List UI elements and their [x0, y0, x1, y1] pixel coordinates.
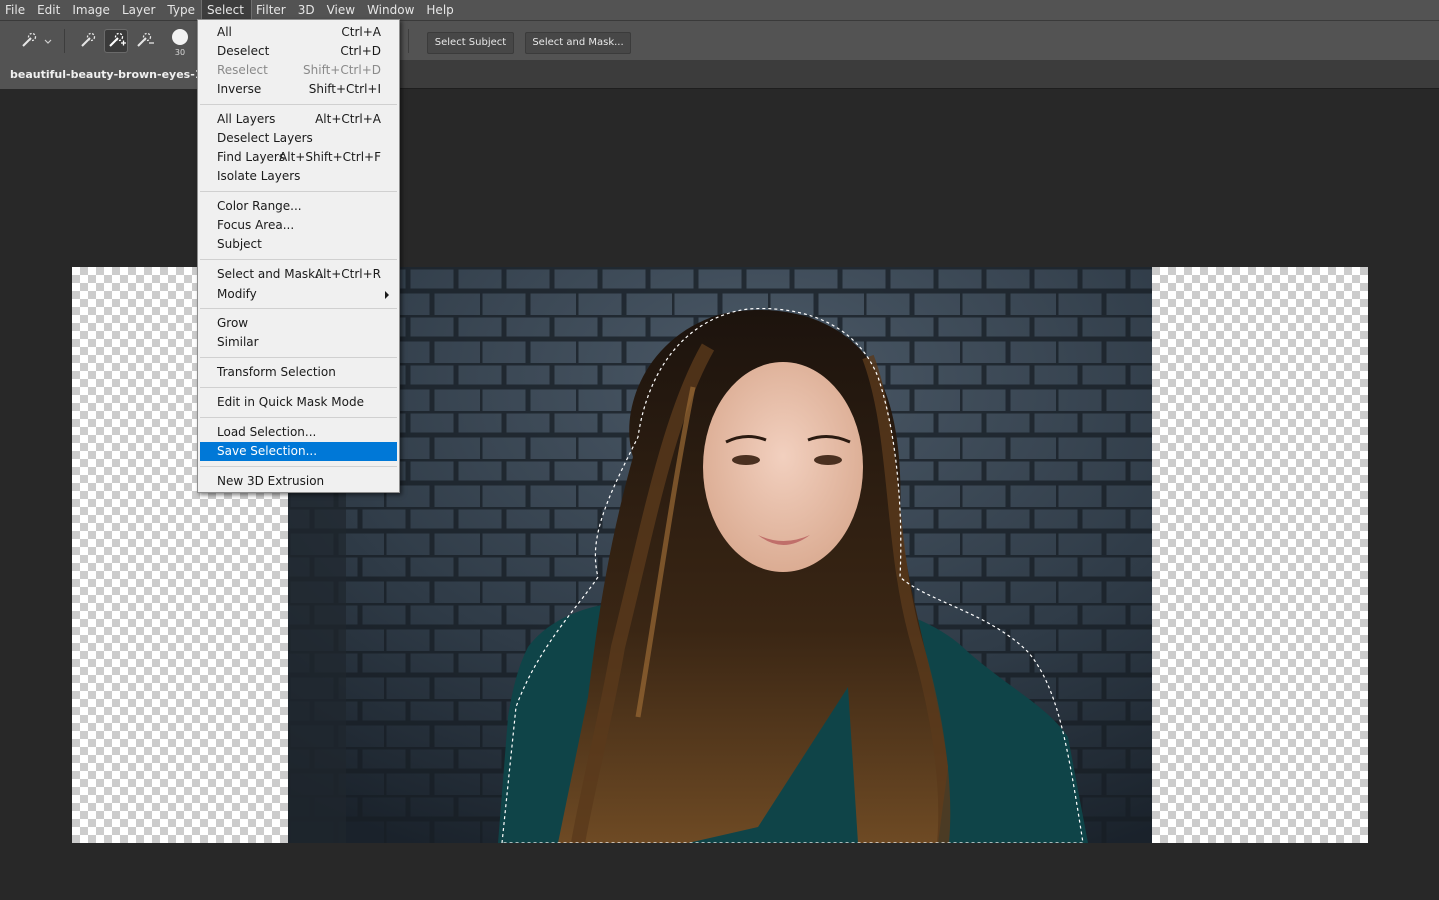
menu-separator	[200, 259, 397, 260]
menu-item-reselect: Reselect Shift+Ctrl+D	[200, 61, 397, 80]
menu-filter[interactable]: Filter	[251, 0, 293, 20]
menu-item-label: All	[217, 25, 232, 39]
menu-item-label: Isolate Layers	[217, 169, 301, 183]
menu-edit[interactable]: Edit	[32, 0, 67, 20]
menu-item-label: Modify	[217, 287, 257, 301]
menu-item-label: Subject	[217, 237, 262, 251]
menu-item-inverse[interactable]: Inverse Shift+Ctrl+I	[200, 80, 397, 99]
brush-preview-icon[interactable]	[172, 29, 188, 45]
menu-item-quick-mask[interactable]: Edit in Quick Mask Mode	[200, 393, 397, 412]
submenu-arrow-icon	[385, 291, 389, 299]
chevron-down-icon[interactable]	[44, 38, 52, 46]
menu-separator	[200, 104, 397, 105]
menu-item-label: Find Layers	[217, 150, 286, 164]
menu-separator	[200, 357, 397, 358]
menu-type[interactable]: Type	[162, 0, 202, 20]
menu-item-label: Inverse	[217, 82, 262, 96]
menu-item-deselect-layers[interactable]: Deselect Layers	[200, 129, 397, 148]
menu-help[interactable]: Help	[421, 0, 460, 20]
menu-item-select-and-mask[interactable]: Select and Mask... Alt+Ctrl+R	[200, 265, 397, 284]
menu-item-find-layers[interactable]: Find Layers Alt+Shift+Ctrl+F	[200, 148, 397, 167]
quick-selection-preset-icon[interactable]	[18, 30, 40, 52]
menu-item-similar[interactable]: Similar	[200, 333, 397, 352]
menu-item-label: Grow	[217, 316, 249, 330]
menu-item-new-3d-extrusion[interactable]: New 3D Extrusion	[200, 472, 397, 491]
menu-item-label: Transform Selection	[217, 365, 336, 379]
menu-item-label: New 3D Extrusion	[217, 474, 325, 488]
shortcut-label: Alt+Shift+Ctrl+F	[279, 150, 381, 164]
shortcut-label: Shift+Ctrl+I	[308, 82, 381, 96]
menu-separator	[200, 308, 397, 309]
shortcut-label: Alt+Ctrl+A	[315, 112, 381, 126]
menu-separator	[200, 417, 397, 418]
menu-bar: File Edit Image Layer Type Select Filter…	[0, 0, 1439, 21]
add-to-selection-brush-icon[interactable]	[104, 29, 128, 53]
menu-item-label: Color Range...	[217, 199, 302, 213]
menu-item-deselect[interactable]: Deselect Ctrl+D	[200, 42, 397, 61]
shortcut-label: Ctrl+A	[341, 25, 381, 39]
menu-item-all-layers[interactable]: All Layers Alt+Ctrl+A	[200, 110, 397, 129]
menu-item-label: Load Selection...	[217, 425, 317, 439]
divider	[64, 29, 65, 53]
menu-item-color-range[interactable]: Color Range...	[200, 197, 397, 216]
brush-size-value: 30	[174, 48, 186, 57]
shortcut-label: Ctrl+D	[340, 44, 381, 58]
menu-image[interactable]: Image	[67, 0, 117, 20]
select-subject-button[interactable]: Select Subject	[427, 32, 514, 54]
menu-separator	[200, 191, 397, 192]
menu-item-label: Select and Mask...	[217, 267, 327, 281]
menu-item-transform-selection[interactable]: Transform Selection	[200, 363, 397, 382]
menu-select[interactable]: Select	[200, 0, 253, 21]
menu-item-focus-area[interactable]: Focus Area...	[200, 216, 397, 235]
menu-window[interactable]: Window	[362, 0, 421, 20]
subtract-from-selection-brush-icon[interactable]	[133, 30, 155, 52]
menu-layer[interactable]: Layer	[117, 0, 162, 20]
menu-item-all[interactable]: All Ctrl+A	[200, 23, 397, 42]
menu-item-load-selection[interactable]: Load Selection...	[200, 423, 397, 442]
menu-file[interactable]: File	[0, 0, 32, 20]
menu-item-label: Deselect Layers	[217, 131, 313, 145]
photo-layer[interactable]	[288, 267, 1152, 843]
menu-3d[interactable]: 3D	[293, 0, 322, 20]
menu-item-label: Reselect	[217, 63, 268, 77]
menu-item-modify[interactable]: Modify	[200, 285, 397, 304]
select-menu-dropdown: All Ctrl+A Deselect Ctrl+D Reselect Shift+C…	[197, 19, 400, 493]
menu-item-subject[interactable]: Subject	[200, 235, 397, 254]
shortcut-label: Alt+Ctrl+R	[314, 267, 381, 281]
menu-item-save-selection[interactable]: Save Selection...	[200, 442, 397, 461]
portrait-image	[288, 267, 1152, 843]
menu-item-label: Deselect	[217, 44, 270, 58]
menu-item-label: Focus Area...	[217, 218, 295, 232]
menu-item-label: Edit in Quick Mask Mode	[217, 395, 364, 409]
divider	[408, 29, 409, 53]
menu-item-grow[interactable]: Grow	[200, 314, 397, 333]
shortcut-label: Shift+Ctrl+D	[303, 63, 381, 77]
menu-separator	[200, 387, 397, 388]
new-selection-brush-icon[interactable]	[77, 30, 99, 52]
select-and-mask-button[interactable]: Select and Mask...	[525, 32, 631, 54]
menu-item-label: Save Selection...	[217, 444, 318, 458]
menu-separator	[200, 466, 397, 467]
menu-view[interactable]: View	[322, 0, 362, 20]
menu-item-label: All Layers	[217, 112, 276, 126]
menu-item-label: Similar	[217, 335, 259, 349]
menu-item-isolate-layers[interactable]: Isolate Layers	[200, 167, 397, 186]
